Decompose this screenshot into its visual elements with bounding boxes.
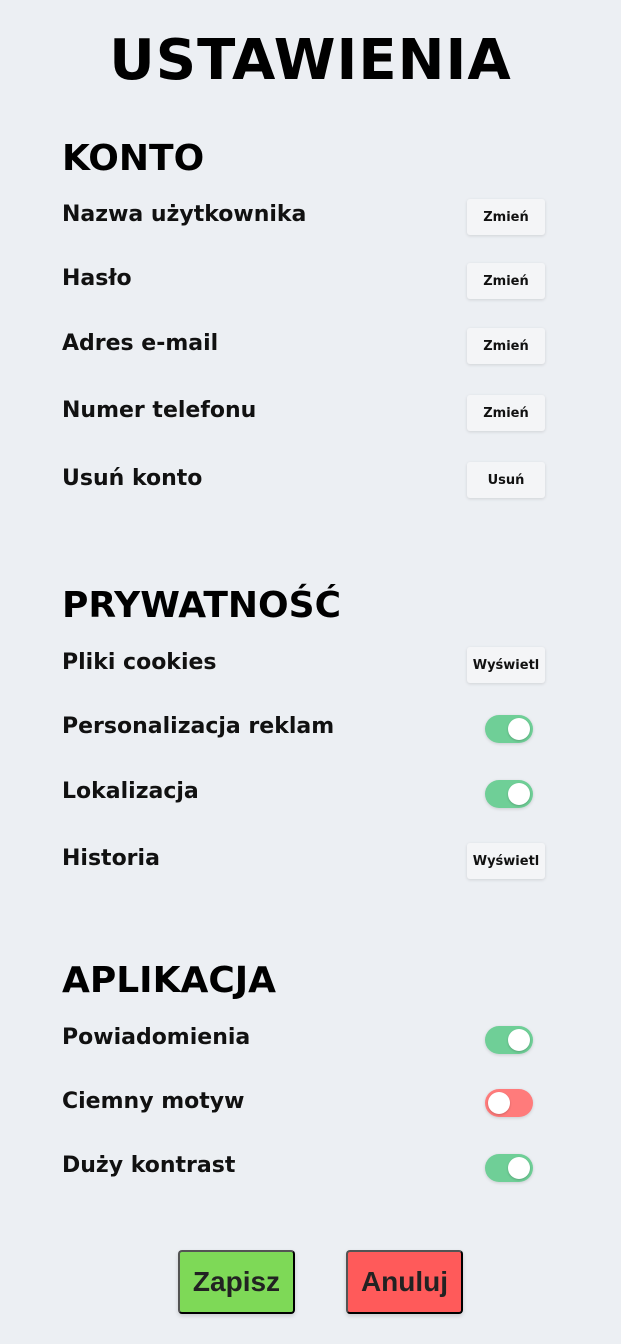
label-location: Lokalizacja <box>62 779 199 804</box>
location-toggle[interactable] <box>485 780 533 808</box>
toggle-knob <box>488 1092 510 1114</box>
view-history-button[interactable]: Wyświetl <box>467 843 545 879</box>
section-title-app: APLIKACJA <box>62 960 277 1001</box>
toggle-knob <box>508 783 530 805</box>
change-password-button[interactable]: Zmień <box>467 263 545 299</box>
toggle-knob <box>508 1029 530 1051</box>
label-notifications: Powiadomienia <box>62 1025 251 1050</box>
delete-account-button[interactable]: Usuń <box>467 462 545 498</box>
label-username: Nazwa użytkownika <box>62 202 307 227</box>
notifications-toggle[interactable] <box>485 1026 533 1054</box>
section-title-privacy: PRYWATNOŚĆ <box>62 585 341 626</box>
label-password: Hasło <box>62 266 132 291</box>
toggle-knob <box>508 718 530 740</box>
section-title-konto: KONTO <box>62 138 205 179</box>
label-high-contrast: Duży kontrast <box>62 1153 236 1178</box>
change-email-button[interactable]: Zmień <box>467 328 545 364</box>
change-username-button[interactable]: Zmień <box>467 199 545 235</box>
label-phone: Numer telefonu <box>62 398 257 423</box>
cancel-button[interactable]: Anuluj <box>346 1250 463 1314</box>
dark-theme-toggle[interactable] <box>485 1089 533 1117</box>
label-history: Historia <box>62 846 160 871</box>
page-title: USTAWIENIA <box>109 28 512 93</box>
ad-personalization-toggle[interactable] <box>485 715 533 743</box>
label-email: Adres e-mail <box>62 331 219 356</box>
save-button[interactable]: Zapisz <box>178 1250 295 1314</box>
view-cookies-button[interactable]: Wyświetl <box>467 647 545 683</box>
label-cookies: Pliki cookies <box>62 650 217 675</box>
change-phone-button[interactable]: Zmień <box>467 395 545 431</box>
label-ad-personalization: Personalizacja reklam <box>62 714 335 739</box>
label-dark-theme: Ciemny motyw <box>62 1089 245 1114</box>
high-contrast-toggle[interactable] <box>485 1154 533 1182</box>
label-delete-account: Usuń konto <box>62 466 203 491</box>
toggle-knob <box>508 1157 530 1179</box>
